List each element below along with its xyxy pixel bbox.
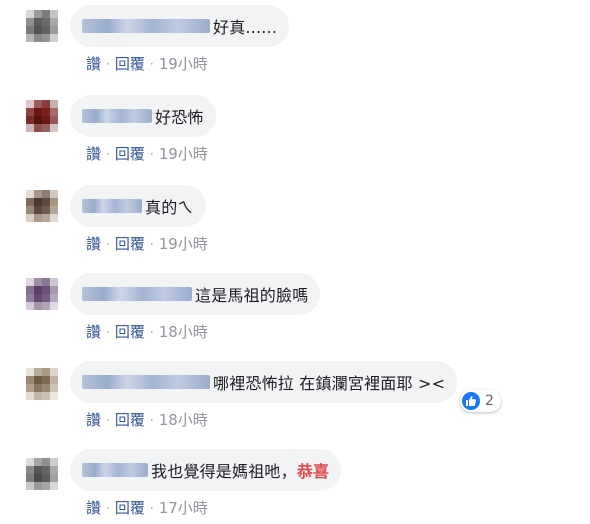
separator-dot: · bbox=[149, 324, 154, 339]
like-link[interactable]: 讚 bbox=[86, 321, 101, 342]
comment-actions: 讚 · 回覆 · 19小時 bbox=[86, 53, 208, 74]
avatar[interactable] bbox=[26, 10, 58, 42]
separator-dot: · bbox=[106, 56, 110, 71]
comment-text: 好恐怖 bbox=[155, 108, 204, 127]
separator-dot: · bbox=[149, 500, 154, 515]
separator-dot: · bbox=[106, 146, 110, 161]
comment-timestamp[interactable]: 19小時 bbox=[159, 53, 208, 74]
avatar[interactable] bbox=[26, 368, 58, 400]
comment-bubble: 好恐怖 bbox=[70, 95, 216, 137]
reply-link[interactable]: 回覆 bbox=[115, 143, 145, 164]
comment-bubble: 真的ㄟ bbox=[70, 185, 206, 227]
comment-actions: 讚 · 回覆 · 18小時 bbox=[86, 409, 208, 430]
reply-link[interactable]: 回覆 bbox=[115, 233, 145, 254]
comment-author-name[interactable] bbox=[82, 19, 210, 33]
comment-bubble: 這是馬祖的臉嗎 bbox=[70, 273, 321, 315]
reaction-badge[interactable]: 2 bbox=[460, 390, 501, 412]
comment-text: 好真...... bbox=[213, 18, 278, 37]
separator-dot: · bbox=[149, 412, 154, 427]
comment-text: 這是馬祖的臉嗎 bbox=[195, 286, 309, 305]
separator-dot: · bbox=[149, 146, 154, 161]
avatar[interactable] bbox=[26, 278, 58, 310]
like-link[interactable]: 讚 bbox=[86, 233, 101, 254]
comment-author-name[interactable] bbox=[82, 463, 148, 477]
like-link[interactable]: 讚 bbox=[86, 409, 101, 430]
like-link[interactable]: 讚 bbox=[86, 143, 101, 164]
comment-text: 我也覺得是媽祖吔， bbox=[151, 462, 297, 481]
avatar[interactable] bbox=[26, 100, 58, 132]
comment-timestamp[interactable]: 17小時 bbox=[159, 497, 208, 518]
separator-dot: · bbox=[106, 324, 110, 339]
comment-actions: 讚 · 回覆 · 19小時 bbox=[86, 233, 208, 254]
comment-author-name[interactable] bbox=[82, 375, 210, 389]
comment-actions: 讚 · 回覆 · 18小時 bbox=[86, 321, 208, 342]
comment-author-name[interactable] bbox=[82, 287, 192, 301]
comment-author-name[interactable] bbox=[82, 109, 152, 123]
like-link[interactable]: 讚 bbox=[86, 53, 101, 74]
comment-timestamp[interactable]: 19小時 bbox=[159, 143, 208, 164]
comment-bubble: 我也覺得是媽祖吔， 恭喜 bbox=[70, 449, 342, 491]
thumbs-up-icon bbox=[462, 392, 480, 410]
comment-text: 哪裡恐怖拉 在鎮瀾宮裡面耶 >< bbox=[213, 374, 446, 393]
comment-bubble: 好真...... bbox=[70, 5, 290, 47]
comment-timestamp[interactable]: 19小時 bbox=[159, 233, 208, 254]
comment-highlight-text: 恭喜 bbox=[296, 462, 330, 481]
comment-text: 真的ㄟ bbox=[145, 198, 194, 217]
avatar[interactable] bbox=[26, 458, 58, 490]
reply-link[interactable]: 回覆 bbox=[115, 53, 145, 74]
reply-link[interactable]: 回覆 bbox=[115, 409, 145, 430]
comment-timestamp[interactable]: 18小時 bbox=[159, 409, 208, 430]
comment-actions: 讚 · 回覆 · 17小時 bbox=[86, 497, 208, 518]
separator-dot: · bbox=[106, 412, 110, 427]
comment-bubble: 哪裡恐怖拉 在鎮瀾宮裡面耶 >< bbox=[70, 361, 458, 403]
reply-link[interactable]: 回覆 bbox=[115, 497, 145, 518]
separator-dot: · bbox=[149, 236, 154, 251]
comment-list: 好真...... 讚 · 回覆 · 19小時 好恐怖 讚 · 回覆 · 19小時 bbox=[0, 0, 590, 524]
reply-link[interactable]: 回覆 bbox=[115, 321, 145, 342]
reaction-count: 2 bbox=[485, 393, 494, 409]
comment-timestamp[interactable]: 18小時 bbox=[159, 321, 208, 342]
separator-dot: · bbox=[106, 500, 110, 515]
like-link[interactable]: 讚 bbox=[86, 497, 101, 518]
comment-actions: 讚 · 回覆 · 19小時 bbox=[86, 143, 208, 164]
separator-dot: · bbox=[149, 56, 154, 71]
comment-author-name[interactable] bbox=[82, 199, 142, 213]
separator-dot: · bbox=[106, 236, 110, 251]
avatar[interactable] bbox=[26, 190, 58, 222]
